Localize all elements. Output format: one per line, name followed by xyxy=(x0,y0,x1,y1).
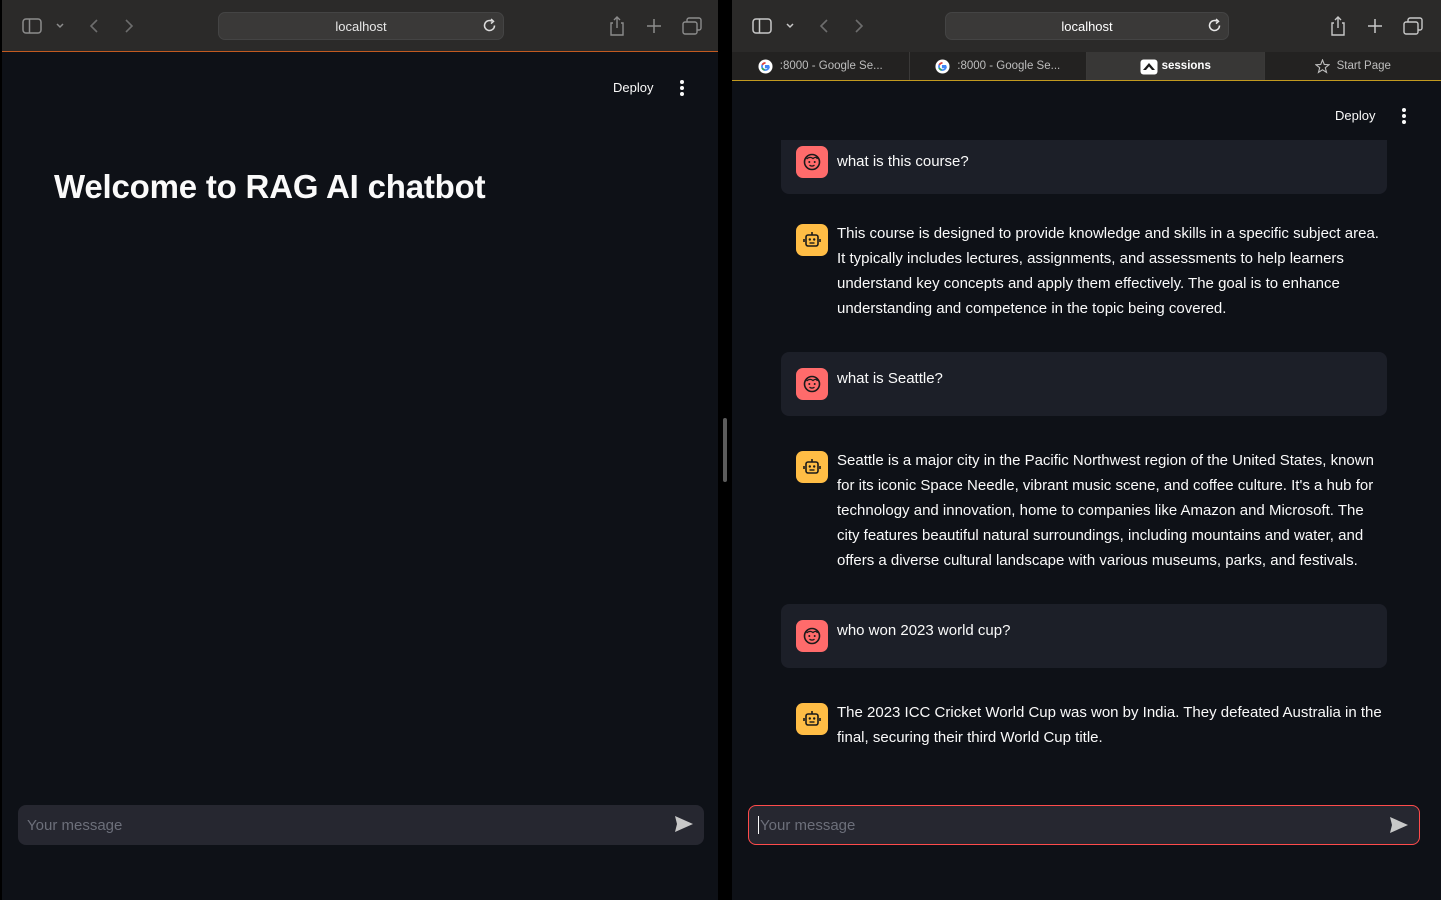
google-icon xyxy=(758,58,773,74)
send-icon[interactable] xyxy=(1389,816,1409,838)
message-text: what is Seattle? xyxy=(837,370,943,387)
share-icon[interactable] xyxy=(1330,14,1346,38)
forward-icon[interactable] xyxy=(853,14,865,38)
tab-sessions[interactable]: sessions xyxy=(1087,52,1265,80)
chat-message-user: what is this course? xyxy=(781,140,1387,194)
chat-message-assistant: This course is designed to provide knowl… xyxy=(781,221,1387,335)
address-text: localhost xyxy=(1061,18,1113,34)
address-bar[interactable]: localhost xyxy=(218,12,504,40)
chat-input[interactable]: Your message xyxy=(748,805,1420,845)
sidebar-toggle-icon[interactable] xyxy=(752,14,772,38)
google-icon xyxy=(935,58,950,74)
user-avatar-icon xyxy=(796,368,828,400)
bot-avatar-icon xyxy=(796,451,828,483)
tab-google-2[interactable]: :8000 - Google Se... xyxy=(910,52,1087,80)
chat-messages: what is this course? This course is desi… xyxy=(781,140,1387,764)
reload-icon[interactable] xyxy=(482,18,497,36)
tab-label: :8000 - Google Se... xyxy=(779,60,883,72)
browser-toolbar: localhost xyxy=(732,0,1441,52)
right-browser-window: localhost :8000 - Google Se... :8000 - G… xyxy=(732,0,1441,900)
star-icon xyxy=(1314,57,1331,74)
left-browser-window: localhost Deploy Welcome to RAG AI chatb… xyxy=(2,0,718,900)
message-text: The 2023 ICC Cricket World Cup was won b… xyxy=(837,704,1382,746)
page-title: Welcome to RAG AI chatbot xyxy=(54,168,486,205)
tab-label: :8000 - Google Se... xyxy=(957,60,1061,72)
chevron-down-icon[interactable] xyxy=(785,14,795,38)
reload-icon[interactable] xyxy=(1207,18,1222,36)
chat-message-user: what is Seattle? xyxy=(781,352,1387,416)
sidebar-toggle-icon[interactable] xyxy=(22,14,42,38)
tab-google-1[interactable]: :8000 - Google Se... xyxy=(732,52,910,80)
back-icon[interactable] xyxy=(818,14,830,38)
chat-message-assistant: Seattle is a major city in the Pacific N… xyxy=(781,448,1387,587)
chat-message-assistant: The 2023 ICC Cricket World Cup was won b… xyxy=(781,700,1387,764)
tab-start-page[interactable]: Start Page xyxy=(1265,52,1441,80)
message-text: Seattle is a major city in the Pacific N… xyxy=(837,452,1374,569)
chevron-down-icon[interactable] xyxy=(55,14,65,38)
tab-overview-icon[interactable] xyxy=(682,14,702,38)
user-avatar-icon xyxy=(796,146,828,178)
chat-input-placeholder: Your message xyxy=(760,816,856,834)
deploy-button[interactable]: Deploy xyxy=(613,80,653,95)
message-text: This course is designed to provide knowl… xyxy=(837,225,1379,317)
bot-avatar-icon xyxy=(796,224,828,256)
share-icon[interactable] xyxy=(609,14,625,38)
chat-message-user: who won 2023 world cup? xyxy=(781,604,1387,668)
new-tab-icon[interactable] xyxy=(646,14,662,38)
tab-overview-icon[interactable] xyxy=(1403,14,1423,38)
split-divider-handle[interactable] xyxy=(723,418,727,482)
text-caret xyxy=(758,816,759,834)
chat-input-placeholder: Your message xyxy=(27,816,123,834)
tab-bar: :8000 - Google Se... :8000 - Google Se..… xyxy=(732,52,1441,81)
send-icon[interactable] xyxy=(674,815,694,837)
user-avatar-icon xyxy=(796,620,828,652)
message-text: who won 2023 world cup? xyxy=(837,622,1011,639)
new-tab-icon[interactable] xyxy=(1367,14,1383,38)
main-menu-icon[interactable] xyxy=(1401,108,1407,124)
tab-label: Start Page xyxy=(1336,60,1391,72)
address-text: localhost xyxy=(335,18,387,34)
message-text: what is this course? xyxy=(837,153,969,170)
chat-input[interactable]: Your message xyxy=(18,805,704,845)
forward-icon[interactable] xyxy=(123,14,135,38)
browser-toolbar: localhost xyxy=(2,0,718,52)
tab-label: sessions xyxy=(1161,60,1211,72)
deploy-button[interactable]: Deploy xyxy=(1335,108,1375,123)
main-menu-icon[interactable] xyxy=(679,80,685,96)
bot-avatar-icon xyxy=(796,703,828,735)
streamlit-icon xyxy=(1140,59,1158,74)
address-bar[interactable]: localhost xyxy=(945,12,1229,40)
back-icon[interactable] xyxy=(88,14,100,38)
